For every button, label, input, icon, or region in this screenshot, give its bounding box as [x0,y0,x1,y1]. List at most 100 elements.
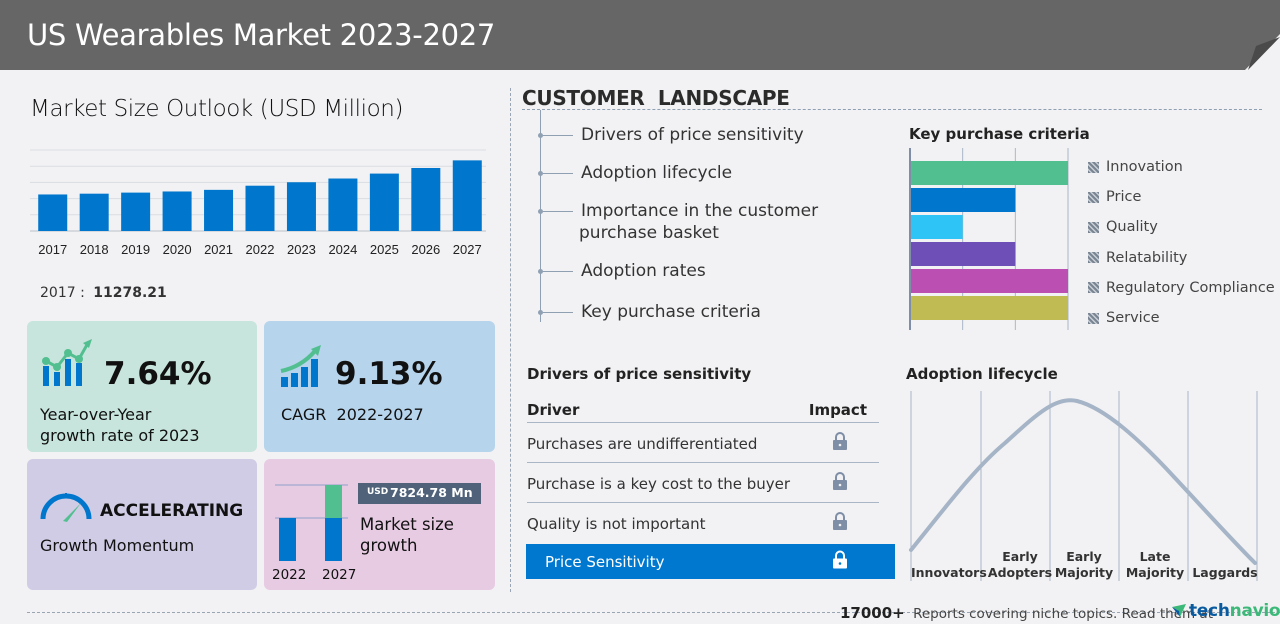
adoption-title: Adoption lifecycle [906,365,1058,383]
year-end-label: 2027 [322,567,357,583]
growth-label: Market size growth [360,514,454,556]
x-tick-label: 2020 [163,242,192,257]
adoption-stage-label: Late Majority [1120,549,1190,580]
bar-2017 [38,194,68,231]
growth-value: 7824.78 Mn [390,485,473,500]
driver-label: Quality is not important [527,515,706,533]
header-bar: US Wearables Market 2023-2027 [0,0,1280,71]
bar-2019 [121,192,151,231]
landscape-item-adoption-rates[interactable]: Adoption rates [538,260,706,282]
growth-label-line1: Market size [360,515,454,534]
kpc-legend-item: Innovation [1088,152,1275,182]
x-tick-label: 2019 [121,242,150,257]
driver-label: Purchase is a key cost to the buyer [527,475,791,493]
legend-swatch-icon [1088,282,1099,294]
customer-landscape-underline [522,109,1262,110]
adoption-stage-label: Innovators [911,549,987,580]
bell-curve [909,398,1257,565]
growth-label-line2: growth [360,536,418,555]
lock-icon[interactable] [833,432,847,450]
currency-label: USD [367,487,389,497]
landscape-item-adoption-lifecycle[interactable]: Adoption lifecycle [538,162,732,184]
landscape-item-label-cont: purchase basket [579,223,719,243]
bar-2023 [286,182,316,231]
cagr-card: 9.13% CAGR 2022-2027 [264,321,495,452]
market-size-bar-chart: 2017 2018 2019 2020 2021 2022 2023 2024 2025 2026… [30,149,486,257]
landscape-item-label: Adoption rates [581,260,706,281]
page-curl-decoration [1244,34,1280,71]
kpc-legend-item: Relatability [1088,243,1275,273]
driver-row: Purchase is a key cost to the buyer [527,463,879,503]
landscape-item-label: Adoption lifecycle [581,162,733,183]
yoy-label-line2: growth rate of 2023 [40,426,200,445]
footer-promo-text: Reports covering niche topics. Read them… [913,606,1214,622]
kpc-bar-quality [910,215,963,239]
technavio-logo[interactable]: technavio [1172,601,1280,621]
bar-2021 [204,189,234,231]
kpc-bar-innovation [910,161,1068,185]
driver-row: Quality is not important [527,503,879,543]
x-tick-label: 2024 [328,242,357,257]
price-sensitivity-total-row: Price Sensitivity [526,544,895,579]
brand-part1: tech [1189,601,1230,621]
kpc-bar-regulatory-compliance [910,269,1068,293]
yoy-growth-card: 7.64% Year-over-Year growth rate of 2023 [27,321,257,452]
market-outlook-title: Market Size Outlook (USD Million) [30,96,404,122]
bar-2022 [245,185,275,231]
cagr-value: 9.13% [335,356,443,392]
legend-swatch-icon [1088,191,1099,203]
landscape-item-key-purchase-criteria[interactable]: Key purchase criteria [538,301,761,323]
stage-label-line1: Early [1066,549,1102,564]
stage-label-line1: Late [1139,549,1171,564]
x-tick-label: 2022 [246,242,275,257]
bar-2018 [79,193,109,231]
landscape-item-label: Key purchase criteria [581,301,761,322]
stage-label-line2: Majority [1125,564,1185,580]
stage-label-line2: Majority [1054,564,1114,580]
footer-promo: 17000+ Reports covering niche topics. Re… [840,604,1213,622]
brand-part2: navio [1229,601,1280,621]
speedometer-icon [40,493,92,522]
lock-icon[interactable] [833,550,847,569]
lock-icon[interactable] [833,512,847,530]
kpc-title: Key purchase criteria [909,125,1090,143]
legend-swatch-icon [1088,252,1099,264]
growth-bars-icon [275,484,348,561]
panel-divider [510,88,511,592]
lock-icon[interactable] [833,472,847,490]
kpc-bar-service [910,296,1068,320]
kpc-bar-chart [909,148,1069,330]
kpc-legend-item: Quality [1088,212,1275,242]
yoy-growth-label: Year-over-Year growth rate of 2023 [40,404,200,446]
legend-swatch-icon [1088,161,1099,173]
landscape-item-price-sensitivity[interactable]: Drivers of price sensitivity [538,124,804,146]
bar-growth-increment [325,485,342,518]
driver-label: Purchases are undifferentiated [527,435,758,453]
momentum-value: ACCELERATING [100,501,244,521]
page-title: US Wearables Market 2023-2027 [27,18,496,52]
bar-2024 [328,178,358,231]
growth-chart-icon [42,339,92,386]
x-tick-label: 2025 [370,242,399,257]
driver-row: Purchases are undifferentiated [527,423,879,463]
cagr-label: CAGR 2022-2027 [281,405,424,424]
kpc-legend-label: Price [1106,189,1142,206]
yoy-label-line1: Year-over-Year [40,405,152,424]
stage-label-line1 [911,549,981,565]
kpc-bar-price [910,188,1016,212]
stage-label-line2: Adopters [987,564,1053,580]
x-tick-label: 2023 [287,242,316,257]
adoption-stage-label: Early Majority [1049,549,1119,580]
report-count: 17000+ [840,604,905,622]
x-tick-label: 2021 [204,242,233,257]
customer-landscape-title: CUSTOMER LANDSCAPE [522,86,790,110]
adoption-stage-label: Laggards [1190,549,1260,580]
impact-col-header: Impact [808,401,867,419]
landscape-item-label: Drivers of price sensitivity [581,124,804,145]
x-tick-label: 2017 [38,242,67,257]
x-tick-label: 2027 [453,242,482,257]
yoy-growth-value: 7.64% [104,356,212,392]
rising-bars-icon [280,345,321,387]
stage-label-line2: Laggards [1192,564,1258,580]
landscape-item-purchase-basket[interactable]: Importance in the customer [538,200,818,222]
